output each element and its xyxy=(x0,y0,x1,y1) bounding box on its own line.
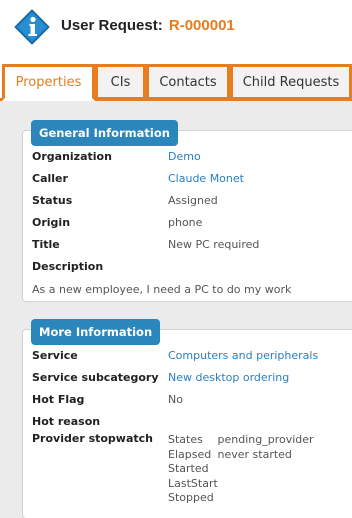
stopwatch-key: Elapsed xyxy=(168,447,212,461)
description-value: As a new employee, I need a PC to do my … xyxy=(32,283,292,296)
stopwatch-value: pending_provider xyxy=(217,433,314,446)
tab-label: Contacts xyxy=(159,74,217,90)
tab-cis[interactable]: CIs xyxy=(95,64,146,100)
more-information-section: More Information Service Computers and p… xyxy=(22,319,352,518)
stopwatch-stopped-row: Stopped xyxy=(168,491,314,506)
stopwatch-key: LastStart xyxy=(168,476,218,490)
stopwatch-states-row: States pending_provider xyxy=(168,433,314,448)
stopwatch-started-row: Started xyxy=(168,462,314,477)
tab-label: CIs xyxy=(110,74,131,90)
page-header: User Request: R-000001 xyxy=(0,0,352,60)
page-title: User Request: R-000001 xyxy=(61,17,235,34)
properties-panel: General Information Organization Demo Ca… xyxy=(0,101,352,518)
hot-flag-label: Hot Flag xyxy=(32,393,85,406)
origin-label: Origin xyxy=(32,216,71,229)
service-subcategory-link[interactable]: New desktop ordering xyxy=(168,371,289,384)
title-value: New PC required xyxy=(168,238,260,251)
section-legend: More Information xyxy=(31,319,161,345)
title-label: Title xyxy=(32,238,60,251)
origin-value: phone xyxy=(168,216,203,229)
stopwatch-laststart-row: LastStart xyxy=(168,477,314,492)
title-prefix: User Request: xyxy=(61,17,163,34)
section-legend: General Information xyxy=(31,120,178,146)
stopwatch-key: Stopped xyxy=(168,491,214,504)
tab-bar: Properties CIs Contacts Child Requests xyxy=(0,64,352,101)
provider-stopwatch-details: States pending_provider Elapsed never st… xyxy=(168,433,314,506)
description-label: Description xyxy=(32,260,104,273)
service-link[interactable]: Computers and peripherals xyxy=(168,349,318,362)
request-ref: R-000001 xyxy=(168,17,235,34)
tab-properties[interactable]: Properties xyxy=(2,64,95,101)
stopwatch-key: Started xyxy=(168,462,209,475)
hot-flag-value: No xyxy=(168,393,183,406)
tab-contacts[interactable]: Contacts xyxy=(146,64,230,100)
organization-label: Organization xyxy=(32,150,112,163)
info-icon xyxy=(14,9,50,45)
status-label: Status xyxy=(32,194,73,207)
tab-label: Properties xyxy=(15,75,82,90)
service-subcategory-label: Service subcategory xyxy=(32,371,159,384)
provider-stopwatch-label: Provider stopwatch xyxy=(32,432,154,445)
tab-child-requests[interactable]: Child Requests xyxy=(230,64,352,100)
caller-label: Caller xyxy=(32,172,68,185)
service-label: Service xyxy=(32,349,78,362)
stopwatch-value: never started xyxy=(217,447,292,461)
status-value: Assigned xyxy=(168,194,218,207)
general-information-section: General Information Organization Demo Ca… xyxy=(22,120,352,302)
hot-reason-label: Hot reason xyxy=(32,415,101,428)
stopwatch-elapsed-row: Elapsed never started xyxy=(168,448,314,463)
tab-label: Child Requests xyxy=(242,74,340,90)
organization-link[interactable]: Demo xyxy=(168,150,201,163)
caller-link[interactable]: Claude Monet xyxy=(168,172,244,185)
stopwatch-key: States xyxy=(168,433,203,446)
